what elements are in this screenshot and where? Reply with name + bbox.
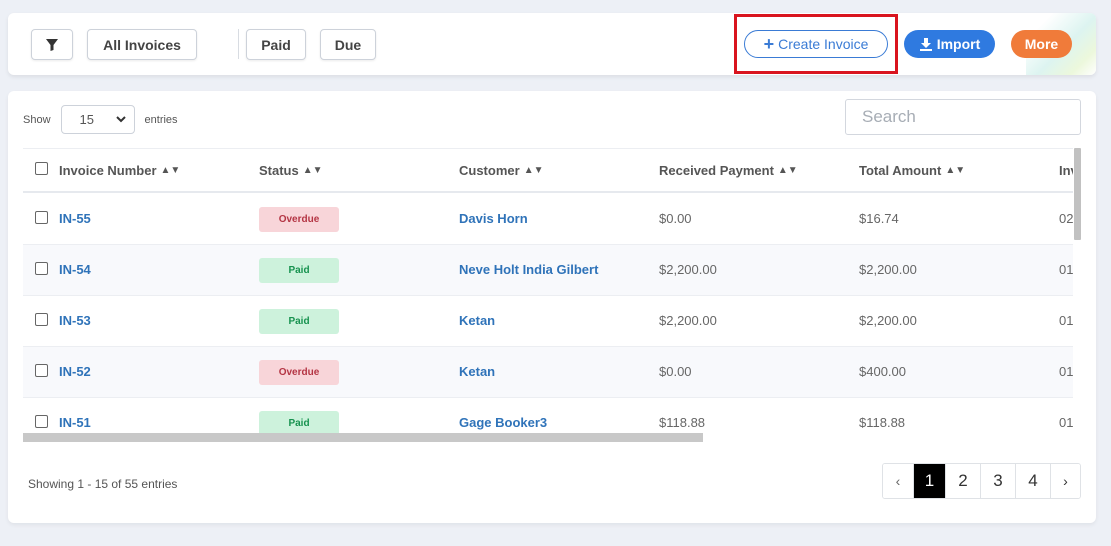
invoice-date: 01 — [1059, 364, 1073, 379]
table-row: IN-54 Paid Neve Holt India Gilbert $2,20… — [23, 245, 1073, 296]
due-filter-button[interactable]: Due — [320, 29, 376, 60]
row-checkbox[interactable] — [35, 415, 48, 428]
customer-link[interactable]: Davis Horn — [459, 211, 528, 226]
search-input[interactable] — [845, 99, 1081, 135]
show-label: Show — [23, 113, 51, 126]
invoice-number-link[interactable]: IN-51 — [59, 415, 91, 430]
chevron-down-icon — [115, 116, 126, 123]
sort-icon: ▲▼ — [523, 165, 544, 176]
received-payment: $0.00 — [659, 364, 692, 379]
customer-link[interactable]: Ketan — [459, 313, 495, 328]
sort-icon: ▲▼ — [160, 165, 181, 176]
received-payment: $2,200.00 — [659, 313, 717, 328]
download-icon — [919, 38, 932, 51]
customer-link[interactable]: Neve Holt India Gilbert — [459, 262, 598, 277]
all-invoices-button[interactable]: All Invoices — [87, 29, 197, 60]
customer-link[interactable]: Ketan — [459, 364, 495, 379]
customer-link[interactable]: Gage Booker3 — [459, 415, 547, 430]
pagination: ‹ 1 2 3 4 › — [882, 463, 1081, 499]
header-status[interactable]: Status ▲▼ — [259, 163, 323, 178]
status-badge: Paid — [259, 411, 339, 434]
paid-filter-button[interactable]: Paid — [246, 29, 306, 60]
filter-icon — [46, 38, 58, 51]
received-payment: $2,200.00 — [659, 262, 717, 277]
table-row: IN-55 Overdue Davis Horn $0.00 $16.74 02 — [23, 194, 1073, 245]
entries-info: Showing 1 - 15 of 55 entries — [28, 477, 178, 491]
invoice-date: 01 — [1059, 262, 1073, 277]
sort-icon: ▲▼ — [945, 165, 966, 176]
page-size-select[interactable]: 15 — [60, 105, 135, 134]
row-checkbox[interactable] — [35, 313, 48, 326]
toolbar: All Invoices Paid Due + Create Invoice I… — [8, 13, 1096, 75]
next-page-button[interactable]: › — [1050, 464, 1080, 498]
invoice-number-link[interactable]: IN-54 — [59, 262, 91, 277]
sort-icon: ▲▼ — [302, 165, 323, 176]
header-invoice-number[interactable]: Invoice Number ▲▼ — [59, 163, 180, 178]
table-row: IN-53 Paid Ketan $2,200.00 $2,200.00 01 — [23, 296, 1073, 347]
invoice-date: 01 — [1059, 415, 1073, 430]
page-1-button[interactable]: 1 — [913, 464, 945, 498]
table-header: Invoice Number ▲▼ Status ▲▼ Customer ▲▼ Rec… — [23, 148, 1073, 193]
total-amount: $400.00 — [859, 364, 906, 379]
header-total-amount[interactable]: Total Amount ▲▼ — [859, 163, 965, 178]
received-payment: $0.00 — [659, 211, 692, 226]
header-received-payment[interactable]: Received Payment ▲▼ — [659, 163, 798, 178]
status-badge: Overdue — [259, 207, 339, 232]
toolbar-divider — [238, 29, 239, 59]
more-button[interactable]: More — [1011, 30, 1072, 58]
invoice-number-link[interactable]: IN-52 — [59, 364, 91, 379]
status-badge: Paid — [259, 309, 339, 334]
total-amount: $118.88 — [859, 415, 906, 430]
select-all-checkbox[interactable] — [35, 162, 48, 175]
row-checkbox[interactable] — [35, 211, 48, 224]
import-button[interactable]: Import — [904, 30, 995, 58]
row-checkbox[interactable] — [35, 364, 48, 377]
invoice-number-link[interactable]: IN-55 — [59, 211, 91, 226]
invoice-number-link[interactable]: IN-53 — [59, 313, 91, 328]
page-4-button[interactable]: 4 — [1015, 464, 1050, 498]
entries-label: entries — [144, 113, 178, 126]
highlight-box — [734, 14, 898, 74]
invoice-date: 01 — [1059, 313, 1073, 328]
total-amount: $16.74 — [859, 211, 899, 226]
status-badge: Paid — [259, 258, 339, 283]
total-amount: $2,200.00 — [859, 313, 917, 328]
table-row: IN-51 Paid Gage Booker3 $118.88 $118.88 … — [23, 398, 1073, 434]
vertical-scrollbar[interactable] — [1074, 148, 1081, 240]
page-size-value: 15 — [79, 112, 94, 127]
invoice-date: 02 — [1059, 211, 1073, 226]
header-customer[interactable]: Customer ▲▼ — [459, 163, 543, 178]
filter-button[interactable] — [31, 29, 73, 60]
sort-icon: ▲▼ — [777, 165, 798, 176]
page-3-button[interactable]: 3 — [980, 464, 1015, 498]
total-amount: $2,200.00 — [859, 262, 917, 277]
invoice-table-card: Show 15 entries Invoice Number▲▼ Status▲… — [8, 91, 1096, 523]
page-size-control: Show 15 entries — [23, 105, 178, 134]
table-row: IN-52 Overdue Ketan $0.00 $400.00 01 — [23, 347, 1073, 398]
prev-page-button[interactable]: ‹ — [883, 464, 913, 498]
invoice-table: Invoice Number ▲▼ Status ▲▼ Customer ▲▼ Rec… — [23, 148, 1073, 434]
received-payment: $118.88 — [659, 415, 706, 430]
header-invoice-date[interactable]: Inv — [1059, 163, 1073, 178]
horizontal-scrollbar[interactable] — [23, 433, 703, 442]
import-label: Import — [936, 36, 981, 52]
status-badge: Overdue — [259, 360, 339, 385]
row-checkbox[interactable] — [35, 262, 48, 275]
page-2-button[interactable]: 2 — [945, 464, 980, 498]
